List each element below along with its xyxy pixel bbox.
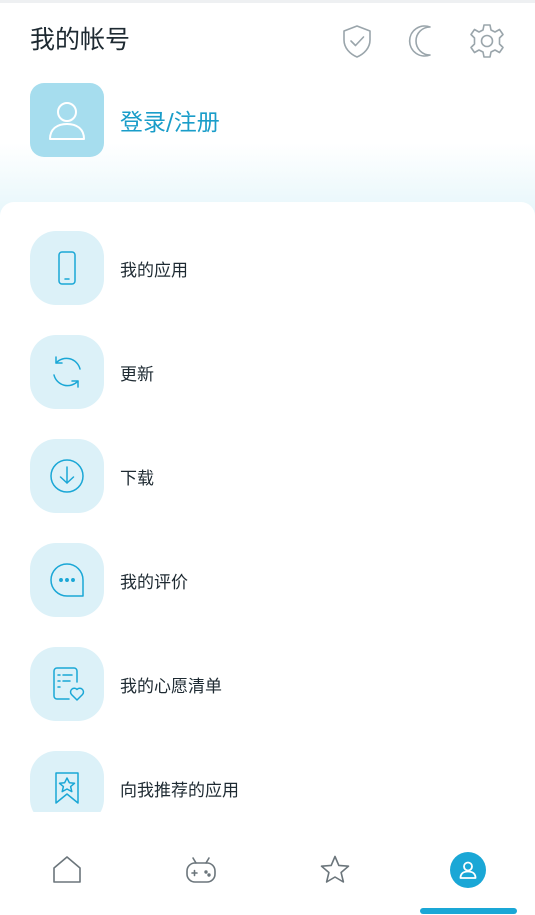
nav-home[interactable] <box>0 830 134 910</box>
nav-account[interactable] <box>401 830 535 910</box>
gear-icon[interactable] <box>468 22 506 60</box>
shield-check-icon[interactable] <box>338 22 376 60</box>
wishlist-icon <box>30 647 104 721</box>
chat-bubble-icon <box>30 543 104 617</box>
login-register-link[interactable]: 登录/注册 <box>120 103 220 137</box>
refresh-icon <box>30 335 104 409</box>
menu-item-recommended[interactable]: 向我推荐的应用 <box>30 751 239 812</box>
nav-active-circle <box>450 852 486 888</box>
active-tab-indicator <box>420 908 517 914</box>
star-icon <box>320 855 350 883</box>
menu-label: 向我推荐的应用 <box>120 780 239 801</box>
gamepad-icon <box>186 857 216 883</box>
user-placeholder-icon <box>49 102 85 140</box>
download-icon <box>30 439 104 513</box>
menu-label: 我的评价 <box>120 572 188 593</box>
profile-section[interactable]: 登录/注册 <box>30 83 220 157</box>
bottom-navigation <box>0 830 535 915</box>
menu-label: 我的应用 <box>120 260 188 281</box>
top-divider <box>0 0 535 3</box>
moon-icon[interactable] <box>403 22 441 60</box>
nav-games[interactable] <box>134 830 268 910</box>
user-icon <box>459 861 477 879</box>
menu-item-my-reviews[interactable]: 我的评价 <box>30 543 188 617</box>
menu-item-downloads[interactable]: 下载 <box>30 439 154 513</box>
avatar[interactable] <box>30 83 104 157</box>
menu-card: 我的应用 更新 下载 我的评价 我的心愿清单 向我推荐的应用 <box>0 202 535 812</box>
bookmark-star-icon <box>30 751 104 812</box>
phone-icon <box>30 231 104 305</box>
home-icon <box>53 856 81 883</box>
menu-label: 更新 <box>120 364 154 385</box>
menu-label: 下载 <box>120 468 154 489</box>
menu-item-my-apps[interactable]: 我的应用 <box>30 231 188 305</box>
menu-label: 我的心愿清单 <box>120 676 222 697</box>
page-title: 我的帐号 <box>30 25 131 54</box>
nav-favorites[interactable] <box>268 830 402 910</box>
menu-item-updates[interactable]: 更新 <box>30 335 154 409</box>
menu-item-wishlist[interactable]: 我的心愿清单 <box>30 647 222 721</box>
